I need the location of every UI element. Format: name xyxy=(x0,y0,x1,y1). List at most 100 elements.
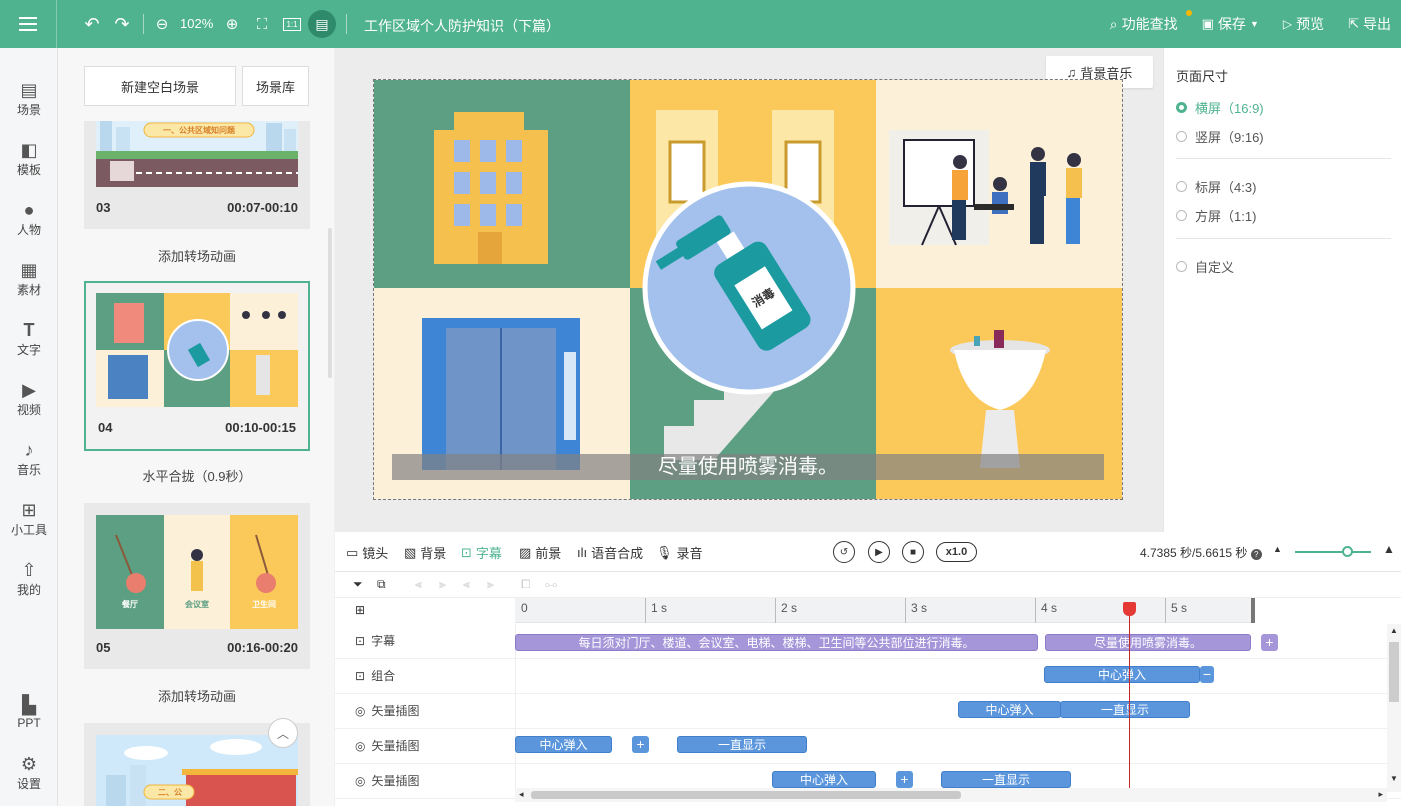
ungroup-icon[interactable]: ⧟ xyxy=(545,577,557,592)
nav-scene[interactable]: ▤ 场景 xyxy=(0,70,58,126)
add-transition-link[interactable]: 添加转场动画 xyxy=(84,686,310,705)
timeline-clip[interactable]: 一直显示 xyxy=(1060,701,1190,718)
playhead-handle[interactable] xyxy=(1123,602,1136,616)
export-button[interactable]: ⇱ 导出 xyxy=(1348,14,1391,34)
timeline-clip[interactable]: 中心弹入 xyxy=(515,736,612,753)
zoom-slider[interactable] xyxy=(1295,551,1371,553)
scrollbar-thumb[interactable] xyxy=(1389,642,1399,702)
transition-label[interactable]: 水平合拢（0.9秒） xyxy=(84,466,310,485)
building-illustration[interactable] xyxy=(434,112,548,264)
tab-foreground[interactable]: ▨ 前景 xyxy=(519,543,561,562)
nav-video[interactable]: ▶ 视频 xyxy=(0,370,58,426)
zoom-in-mountain-icon[interactable]: ▲ xyxy=(1383,542,1395,556)
scene-library-button[interactable]: 场景库 xyxy=(242,66,309,106)
fit-screen-button[interactable]: ⛶ xyxy=(250,0,274,48)
scroll-up-icon[interactable]: ▲ xyxy=(1390,626,1398,635)
add-transition-link[interactable]: 添加转场动画 xyxy=(84,246,310,265)
scroll-left-icon[interactable]: ◂ xyxy=(519,789,524,800)
scroll-top-button[interactable]: ︿ xyxy=(268,718,298,748)
timeline-clip[interactable]: 尽量使用喷雾消毒。 xyxy=(1045,634,1251,651)
scene-card-03[interactable]: 一、公共区域知问题 03 00:07-00:10 xyxy=(84,121,310,229)
timeline-clip[interactable]: 中心弹入 xyxy=(772,771,876,788)
collapse-clip-button[interactable]: − xyxy=(1200,666,1214,683)
layers-icon[interactable]: ⧉ xyxy=(377,577,386,592)
subtitle-mode-button[interactable]: ▤ xyxy=(308,10,336,38)
new-blank-scene-button[interactable]: 新建空白场景 xyxy=(84,66,236,106)
timeline-clip[interactable]: 中心弹入 xyxy=(1044,666,1200,683)
align-center-icon[interactable]: ⫸ xyxy=(439,577,446,592)
tab-recording-label: 录音 xyxy=(676,546,703,561)
nav-person[interactable]: ● 人物 xyxy=(0,190,58,246)
nav-ppt[interactable]: ▙ PPT xyxy=(0,684,58,740)
scene-thumbnail: 一、公共区域知问题 xyxy=(96,121,298,187)
document-title[interactable]: 工作区域个人防护知识（下篇） xyxy=(364,16,560,36)
add-clip-button[interactable]: + xyxy=(896,771,913,788)
zoom-in-button[interactable]: ⊕ xyxy=(220,0,244,48)
elevator-illustration[interactable] xyxy=(422,318,580,470)
option-standard[interactable]: 标屏（4:3) xyxy=(1176,177,1256,196)
option-portrait[interactable]: 竖屏（9:16) xyxy=(1176,127,1264,146)
subtitle-text[interactable]: 尽量使用喷雾消毒。 xyxy=(392,454,1104,480)
tab-camera[interactable]: ▭ 镜头 xyxy=(346,543,388,562)
track-name-label: 组合 xyxy=(371,669,396,683)
play-button[interactable]: ▶ xyxy=(868,541,890,563)
menu-button[interactable] xyxy=(0,0,56,48)
tab-recording[interactable]: 🎙 录音 xyxy=(656,543,703,562)
scene-scrollbar[interactable] xyxy=(328,228,332,378)
option-square[interactable]: 方屏（1:1) xyxy=(1176,206,1256,225)
actual-size-button[interactable]: 1:1 xyxy=(280,0,304,48)
undo-button[interactable]: ↶ xyxy=(80,0,104,48)
nav-material[interactable]: ▦ 素材 xyxy=(0,250,58,306)
scene-card-05[interactable]: 餐厅 会议室 卫生间 05 00:16-00:20 xyxy=(84,503,310,669)
group-icon[interactable]: ⧠ xyxy=(521,577,531,592)
timeline-clip[interactable]: 一直显示 xyxy=(677,736,807,753)
option-custom[interactable]: 自定义 xyxy=(1176,257,1234,276)
scene-time: 00:10-00:15 xyxy=(225,420,296,435)
stop-button[interactable]: ■ xyxy=(902,541,924,563)
timeline-clip[interactable]: 中心弹入 xyxy=(958,701,1061,718)
zoom-slider-handle[interactable] xyxy=(1342,546,1353,557)
timeline-vertical-scrollbar[interactable]: ▲ ▼ xyxy=(1387,624,1401,792)
filter-icon[interactable]: ⏷ xyxy=(353,577,363,592)
scroll-right-icon[interactable]: ▸ xyxy=(1378,789,1383,800)
feature-search-button[interactable]: ⌕ 功能查找 xyxy=(1110,10,1192,34)
nav-text[interactable]: T 文字 xyxy=(0,310,58,366)
nav-mine[interactable]: ⇧ 我的 xyxy=(0,550,58,606)
nav-settings[interactable]: ⚙ 设置 xyxy=(0,744,58,800)
timeline-panel: ▭ 镜头 ▧ 背景 ⊡ 字幕 ▨ 前景 ılı 语音合成 🎙 录音 ↺ ▶ ■ x1.0 4… xyxy=(335,532,1401,806)
help-icon[interactable]: ? xyxy=(1250,549,1262,560)
add-clip-button[interactable]: + xyxy=(1261,634,1278,651)
scene-card-04[interactable]: 04 00:10-00:15 xyxy=(84,281,310,451)
replay-button[interactable]: ↺ xyxy=(833,541,855,563)
save-button[interactable]: ▣ 保存 ▼ xyxy=(1202,14,1259,34)
scrollbar-thumb[interactable] xyxy=(531,791,961,799)
align-left-icon[interactable]: ⫷ xyxy=(415,577,422,592)
scroll-down-icon[interactable]: ▼ xyxy=(1390,774,1398,783)
timeline-clip[interactable]: 一直显示 xyxy=(941,771,1071,788)
track-name: ⊡ 组合 xyxy=(355,667,395,684)
zoom-out-mountain-icon[interactable]: ▲ xyxy=(1273,544,1282,554)
option-landscape[interactable]: 横屏（16:9) xyxy=(1176,98,1264,117)
tab-subtitle[interactable]: ⊡ 字幕 xyxy=(461,543,502,562)
preview-button[interactable]: ▷ 预览 xyxy=(1283,14,1324,34)
timeline-horizontal-scrollbar[interactable]: ◂ ▸ xyxy=(515,788,1387,802)
distribute-icon[interactable]: ⫸ xyxy=(487,577,494,592)
scene-canvas[interactable]: 消毒 尽量使用喷雾消毒。 xyxy=(373,79,1123,500)
tab-speech-synthesis[interactable]: ılı 语音合成 xyxy=(577,543,643,562)
add-clip-button[interactable]: + xyxy=(632,736,649,753)
redo-button[interactable]: ↷ xyxy=(110,0,134,48)
zoom-out-button[interactable]: ⊖ xyxy=(150,0,174,48)
page-size-panel: 页面尺寸 横屏（16:9) 竖屏（9:16) 标屏（4:3) 方屏（1:1) 自… xyxy=(1163,48,1401,532)
timeline-clip[interactable]: 每日须对门厅、楼道、会议室、电梯、楼梯、卫生间等公共部位进行消毒。 xyxy=(515,634,1038,651)
tab-background[interactable]: ▧ 背景 xyxy=(404,543,446,562)
nav-tools[interactable]: ⊞ 小工具 xyxy=(0,490,58,546)
spray-bottle-illustration[interactable]: 消毒 xyxy=(642,181,856,395)
nav-music[interactable]: ♪ 音乐 xyxy=(0,430,58,486)
align-right-icon[interactable]: ⫷ xyxy=(463,577,470,592)
street-scene-thumbnail: 一、公共区域知问题 xyxy=(96,121,298,187)
one-to-one-icon: 1:1 xyxy=(283,17,301,31)
speed-button[interactable]: x1.0 xyxy=(936,542,977,562)
scene-label-text: 卫生间 xyxy=(252,599,276,609)
timeline-ruler[interactable]: 0 1 s 2 s 3 s 4 s 5 s xyxy=(515,598,1401,623)
nav-template[interactable]: ◧ 模板 xyxy=(0,130,58,186)
